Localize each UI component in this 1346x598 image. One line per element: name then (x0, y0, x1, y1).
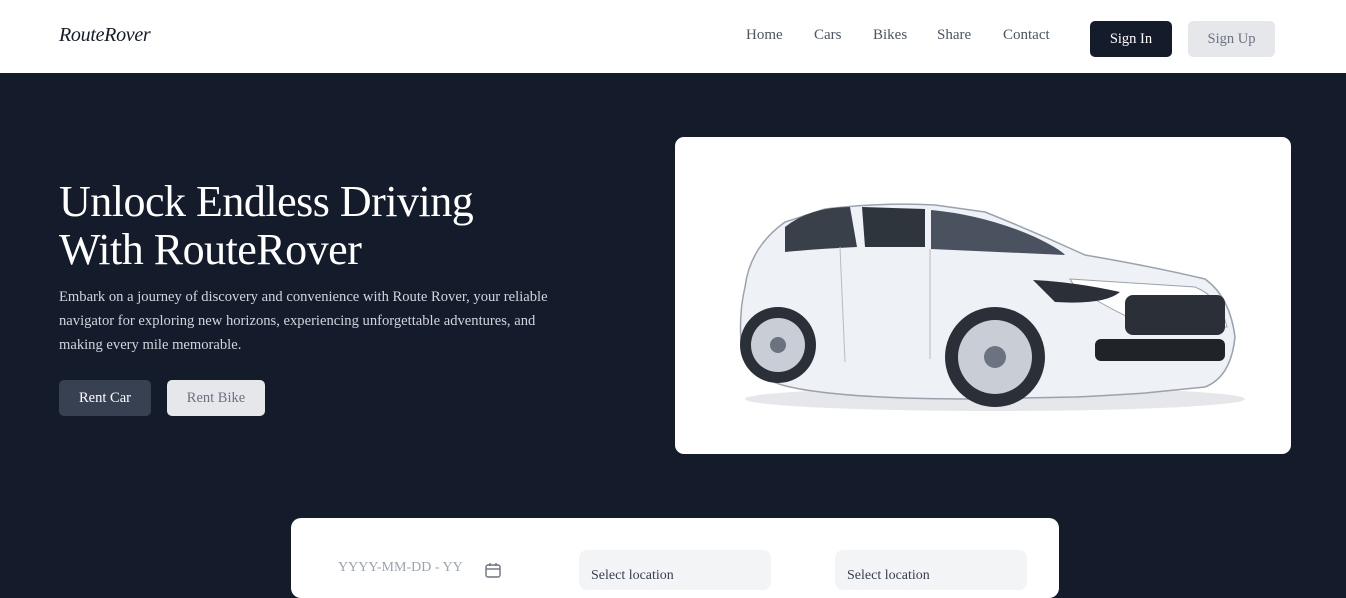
rent-car-button[interactable]: Rent Car (59, 380, 151, 416)
nav-link-bikes[interactable]: Bikes (873, 27, 907, 44)
car-image (739, 203, 1245, 411)
hero-title-line-1: Unlock Endless Driving (59, 177, 474, 226)
nav-link-share[interactable]: Share (937, 27, 971, 44)
dropoff-location-select[interactable]: Select location (835, 550, 1027, 590)
hero-title: Unlock Endless Driving With RouteRover (59, 178, 579, 274)
hero-image-card (675, 137, 1291, 454)
calendar-icon[interactable] (484, 561, 502, 579)
rent-bike-button[interactable]: Rent Bike (167, 380, 265, 416)
sign-in-button[interactable]: Sign In (1090, 21, 1172, 57)
hero-subtitle-line-3: making every mile memorable. (59, 337, 242, 353)
hero-subtitle-line-2: navigator for exploring new horizons, ex… (59, 313, 536, 329)
brand-logo[interactable]: RouteRover (59, 24, 151, 47)
date-range-input[interactable]: YYYY-MM-DD - YY (338, 560, 488, 580)
nav-link-home[interactable]: Home (746, 27, 783, 44)
navbar: RouteRover Home Cars Bikes Share Contact… (0, 0, 1346, 73)
nav-link-cars[interactable]: Cars (814, 27, 842, 44)
nav-link-contact[interactable]: Contact (1003, 27, 1050, 44)
hero-subtitle-line-1: Embark on a journey of discovery and con… (59, 289, 548, 305)
hero-title-line-2: With RouteRover (59, 225, 362, 274)
hero-subtitle: Embark on a journey of discovery and con… (59, 285, 559, 357)
sign-up-button[interactable]: Sign Up (1188, 21, 1275, 57)
pickup-location-select[interactable]: Select location (579, 550, 771, 590)
